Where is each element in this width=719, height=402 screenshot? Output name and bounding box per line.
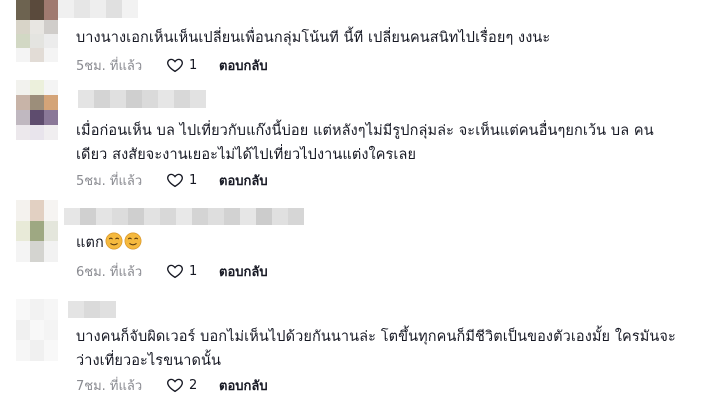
avatar[interactable] xyxy=(16,0,58,20)
avatar[interactable] xyxy=(16,200,58,262)
username-blurred[interactable] xyxy=(58,0,138,18)
comment-text: แตก xyxy=(76,231,706,258)
comment-item: บางคนก็จับผิดเวอร์ บอกไม่เห็นไปด้วยกันนา… xyxy=(0,292,719,402)
comment-meta: 6ชม. ที่แล้ว 1 ตอบกลับ xyxy=(76,261,268,281)
avatar-lower xyxy=(16,20,58,62)
reply-button[interactable]: ตอบกลับ xyxy=(219,375,268,396)
like-count: 2 xyxy=(189,377,198,393)
avatar[interactable] xyxy=(16,299,58,361)
username-blurred[interactable] xyxy=(64,208,304,225)
reply-button[interactable]: ตอบกลับ xyxy=(219,55,268,76)
comment-item: แตก 6ชม. ที่แล้ว 1 ตอบกลับ xyxy=(0,195,719,287)
avatar[interactable] xyxy=(16,80,58,140)
heart-outline-icon[interactable] xyxy=(166,171,184,189)
username-blurred[interactable] xyxy=(78,90,206,108)
smirk-emoji-icon xyxy=(105,232,123,258)
comment-text: บางนางเอกเห็นเห็นเปลี่ยนเพื่อนกลุ่มโน้นท… xyxy=(76,30,551,46)
comment-time: 6ชม. ที่แล้ว xyxy=(76,264,143,280)
comment-text-line: บางคนก็จับผิดเวอร์ บอกไม่เห็นไปด้วยกันนา… xyxy=(76,329,676,345)
comment-text-line: ว่างเที่ยวอะไรขนาดนั้น xyxy=(76,353,222,369)
comment-text-line: เมื่อก่อนเห็น บล ไปเที่ยวกับแก๊งนี้บ่อย … xyxy=(76,123,654,139)
comment-time: 5ชม. ที่แล้ว xyxy=(76,173,143,189)
comment-item: บางนางเอกเห็นเห็นเปลี่ยนเพื่อนกลุ่มโน้นท… xyxy=(0,0,719,80)
comment-text: บางคนก็จับผิดเวอร์ บอกไม่เห็นไปด้วยกันนา… xyxy=(76,325,706,373)
comment-text-line: เดียว สงสัยจะงานเยอะไม่ได้ไปเที่ยวไปงานแ… xyxy=(76,147,417,163)
like-count: 1 xyxy=(189,57,198,73)
smirk-emoji-icon xyxy=(124,232,142,258)
heart-outline-icon[interactable] xyxy=(166,376,184,394)
comment-time: 5ชม. ที่แล้ว xyxy=(76,58,143,74)
username-blurred[interactable] xyxy=(68,301,116,318)
comment-meta: 5ชม. ที่แล้ว 1 ตอบกลับ xyxy=(76,170,268,190)
comment-item: เมื่อก่อนเห็น บล ไปเที่ยวกับแก๊งนี้บ่อย … xyxy=(0,80,719,192)
like-count: 1 xyxy=(189,263,198,279)
comment-meta: 5ชม. ที่แล้ว 1 ตอบกลับ xyxy=(76,55,268,75)
comment-meta: 7ชม. ที่แล้ว 2 ตอบกลับ xyxy=(76,375,268,395)
comment-text-content: แตก xyxy=(76,235,104,251)
comment-text: เมื่อก่อนเห็น บล ไปเที่ยวกับแก๊งนี้บ่อย … xyxy=(76,119,706,167)
heart-outline-icon[interactable] xyxy=(166,56,184,74)
comment-time: 7ชม. ที่แล้ว xyxy=(76,378,143,394)
reply-button[interactable]: ตอบกลับ xyxy=(219,170,268,191)
reply-button[interactable]: ตอบกลับ xyxy=(219,261,268,282)
like-count: 1 xyxy=(189,172,198,188)
heart-outline-icon[interactable] xyxy=(166,262,184,280)
